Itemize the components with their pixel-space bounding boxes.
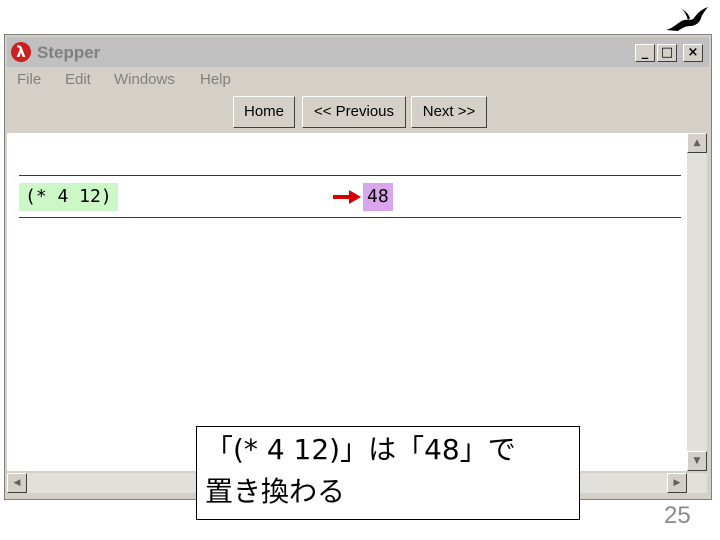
stepper-content: (* 4 12) 48 <box>7 133 687 471</box>
result-box: 48 <box>363 183 393 211</box>
explanation-callout: 「(* 4 12)」は「48」で 置き換わる <box>196 426 580 520</box>
minimize-button[interactable]: _ <box>635 44 655 62</box>
menu-help[interactable]: Help <box>200 71 231 88</box>
window-title: Stepper <box>37 43 101 62</box>
slide-page-number: 25 <box>664 502 691 529</box>
expression-box: (* 4 12) <box>19 183 118 211</box>
divider-top <box>19 175 681 176</box>
scroll-right-icon[interactable]: ▶ <box>667 473 687 493</box>
scroll-down-icon[interactable]: ▼ <box>687 451 707 471</box>
reduction-arrow-icon <box>333 190 361 204</box>
callout-line-1: 「(* 4 12)」は「48」で <box>205 433 516 466</box>
previous-button[interactable]: << Previous <box>302 96 406 128</box>
next-button[interactable]: Next >> <box>411 96 487 128</box>
scroll-left-icon[interactable]: ◀ <box>7 473 27 493</box>
divider-bottom <box>19 217 681 218</box>
menu-windows[interactable]: Windows <box>114 71 175 88</box>
close-button[interactable]: × <box>683 44 703 62</box>
dragon-logo-icon <box>666 7 708 31</box>
menu-edit[interactable]: Edit <box>65 71 91 88</box>
callout-line-2: 置き換わる <box>205 475 346 508</box>
menu-file[interactable]: File <box>17 71 41 88</box>
vertical-scrollbar[interactable]: ▲ ▼ <box>687 133 707 471</box>
home-button[interactable]: Home <box>233 96 295 128</box>
racket-lambda-icon: λ <box>11 42 31 62</box>
title-bar[interactable]: λ Stepper _ □ × <box>7 37 709 67</box>
menu-bar: File Edit Windows Help <box>7 69 709 91</box>
maximize-button[interactable]: □ <box>657 44 677 62</box>
scroll-up-icon[interactable]: ▲ <box>687 133 707 153</box>
